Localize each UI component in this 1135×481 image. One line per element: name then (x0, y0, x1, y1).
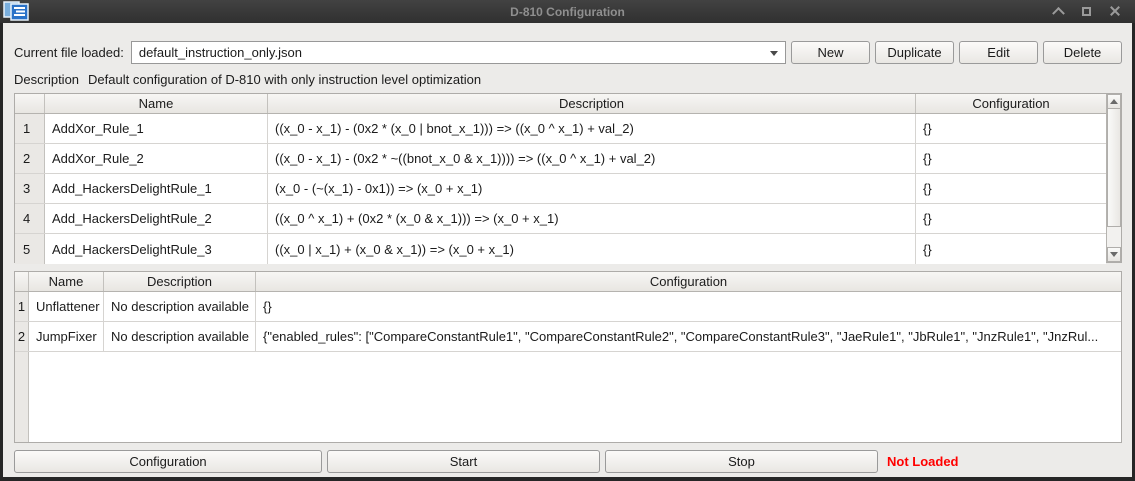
chevron-down-icon (770, 51, 778, 60)
minimize-icon[interactable] (1054, 6, 1065, 17)
rules-table-header: Name Description Configuration (15, 94, 1106, 114)
modules-header-corner (15, 272, 29, 291)
rule-description[interactable]: (x_0 - (~(x_1) - 0x1)) => (x_0 + x_1) (268, 174, 916, 203)
rule-name[interactable]: Add_HackersDelightRule_1 (45, 174, 268, 203)
description-label: Description (14, 72, 79, 87)
stop-button[interactable]: Stop (605, 450, 878, 473)
modules-table-header: Name Description Configuration (15, 272, 1121, 292)
table-row[interactable]: 4 Add_HackersDelightRule_2 ((x_0 ^ x_1) … (15, 204, 1106, 234)
scroll-down-icon[interactable] (1107, 247, 1121, 262)
description-bar: Description Default configuration of D-8… (14, 70, 1122, 88)
modules-table-empty-area (15, 352, 1121, 442)
module-configuration[interactable]: {} (256, 292, 1121, 321)
rule-description[interactable]: ((x_0 ^ x_1) + (0x2 * (x_0 & x_1))) => (… (268, 204, 916, 233)
description-text: Default configuration of D-810 with only… (88, 72, 481, 87)
rules-header-name[interactable]: Name (45, 94, 268, 113)
row-number: 5 (15, 234, 45, 264)
rule-configuration[interactable]: {} (916, 114, 1106, 143)
rule-description[interactable]: ((x_0 - x_1) - (0x2 * ~((bnot_x_0 & x_1)… (268, 144, 916, 173)
row-number: 3 (15, 174, 45, 203)
rule-name[interactable]: AddXor_Rule_2 (45, 144, 268, 173)
table-row[interactable]: 1 AddXor_Rule_1 ((x_0 - x_1) - (0x2 * (x… (15, 114, 1106, 144)
modules-header-configuration[interactable]: Configuration (256, 272, 1121, 291)
rule-name[interactable]: Add_HackersDelightRule_3 (45, 234, 268, 264)
rules-header-description[interactable]: Description (268, 94, 916, 113)
modules-header-description[interactable]: Description (104, 272, 256, 291)
rules-table-scrollbar[interactable] (1106, 94, 1121, 262)
rules-header-configuration[interactable]: Configuration (916, 94, 1106, 113)
row-number: 2 (15, 322, 29, 351)
row-number: 1 (15, 114, 45, 143)
configuration-button[interactable]: Configuration (14, 450, 322, 473)
table-row[interactable]: 2 AddXor_Rule_2 ((x_0 - x_1) - (0x2 * ~(… (15, 144, 1106, 174)
rule-configuration[interactable]: {} (916, 234, 1106, 264)
window-controls (1054, 6, 1135, 17)
rule-configuration[interactable]: {} (916, 204, 1106, 233)
rules-table: Name Description Configuration 1 AddXor_… (14, 93, 1122, 263)
edit-button[interactable]: Edit (959, 41, 1038, 64)
close-icon[interactable] (1110, 6, 1121, 17)
rules-header-corner (15, 94, 45, 113)
footer-bar: Configuration Start Stop Not Loaded (14, 450, 1122, 473)
rule-configuration[interactable]: {} (916, 144, 1106, 173)
module-configuration[interactable]: {"enabled_rules": ["CompareConstantRule1… (256, 322, 1121, 351)
scrollbar-track[interactable] (1107, 227, 1121, 247)
table-row[interactable]: 2 JumpFixer No description available {"e… (15, 322, 1121, 352)
module-description[interactable]: No description available (104, 292, 256, 321)
row-number: 2 (15, 144, 45, 173)
modules-header-name[interactable]: Name (29, 272, 104, 291)
row-number: 4 (15, 204, 45, 233)
module-name[interactable]: Unflattener (29, 292, 104, 321)
new-button[interactable]: New (791, 41, 870, 64)
scrollbar-thumb[interactable] (1107, 109, 1121, 227)
table-row[interactable]: 1 Unflattener No description available {… (15, 292, 1121, 322)
start-button[interactable]: Start (327, 450, 600, 473)
current-file-label: Current file loaded: (14, 45, 126, 60)
config-file-dropdown[interactable]: default_instruction_only.json (131, 41, 786, 64)
rule-name[interactable]: AddXor_Rule_1 (45, 114, 268, 143)
duplicate-button[interactable]: Duplicate (875, 41, 954, 64)
delete-button[interactable]: Delete (1043, 41, 1122, 64)
table-row[interactable]: 3 Add_HackersDelightRule_1 (x_0 - (~(x_1… (15, 174, 1106, 204)
module-description[interactable]: No description available (104, 322, 256, 351)
row-number: 1 (15, 292, 29, 321)
rule-name[interactable]: Add_HackersDelightRule_2 (45, 204, 268, 233)
rule-configuration[interactable]: {} (916, 174, 1106, 203)
window-title: D-810 Configuration (0, 5, 1135, 19)
app-icon (3, 1, 30, 22)
maximize-icon[interactable] (1082, 6, 1093, 17)
client-area: Current file loaded: default_instruction… (0, 23, 1135, 481)
module-name[interactable]: JumpFixer (29, 322, 104, 351)
modules-table: Name Description Configuration 1 Unflatt… (14, 271, 1122, 443)
d810-configuration-window: D-810 Configuration Current file loaded:… (0, 0, 1135, 481)
rule-description[interactable]: ((x_0 | x_1) + (x_0 & x_1)) => (x_0 + x_… (268, 234, 916, 264)
status-badge: Not Loaded (887, 454, 959, 469)
scroll-up-icon[interactable] (1107, 94, 1121, 109)
config-file-dropdown-value: default_instruction_only.json (139, 45, 770, 60)
table-row[interactable]: 5 Add_HackersDelightRule_3 ((x_0 | x_1) … (15, 234, 1106, 264)
rule-description[interactable]: ((x_0 - x_1) - (0x2 * (x_0 | bnot_x_1)))… (268, 114, 916, 143)
file-bar: Current file loaded: default_instruction… (14, 41, 1122, 64)
title-bar[interactable]: D-810 Configuration (0, 0, 1135, 23)
